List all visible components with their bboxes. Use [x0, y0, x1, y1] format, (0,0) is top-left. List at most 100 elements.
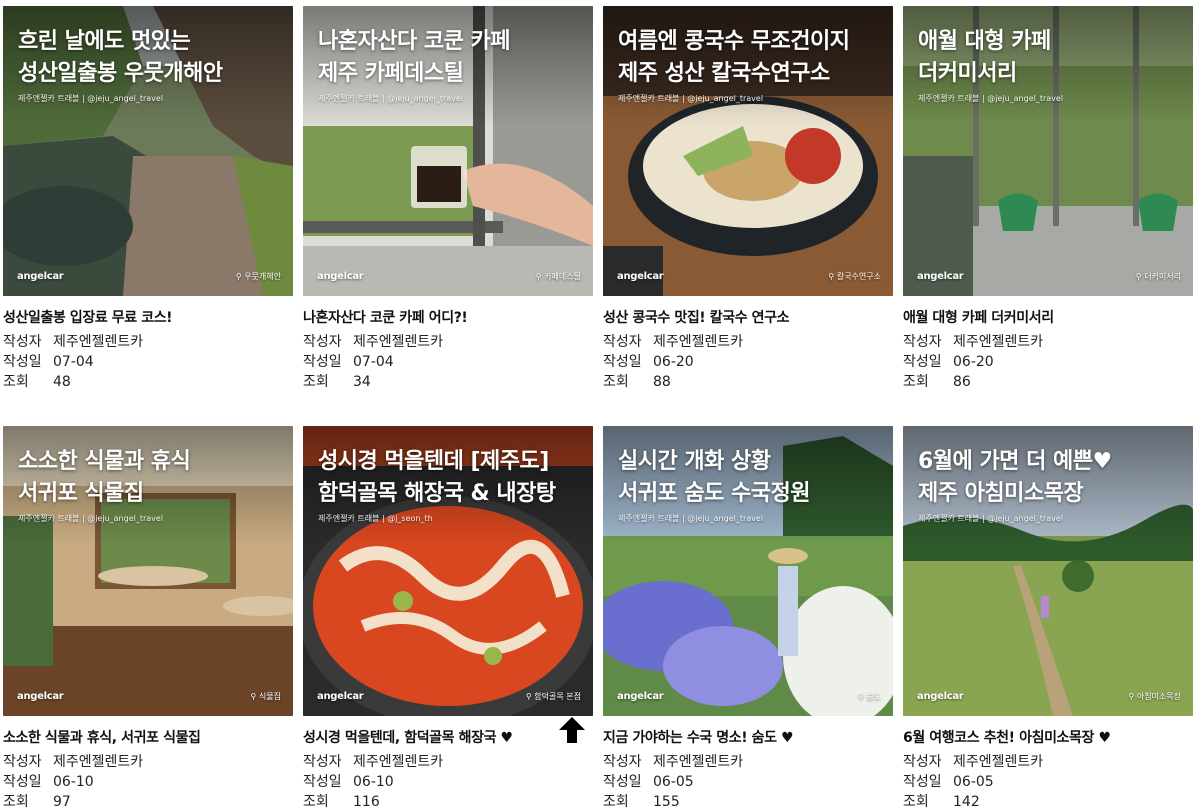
brand-logo: angelcar: [617, 691, 664, 702]
post-thumbnail[interactable]: 여름엔 콩국수 무조건이지 제주 성산 칼국수연구소 제주엔젤카 트래블 | @…: [603, 6, 893, 296]
post-title[interactable]: 성산일출봉 입장료 무료 코스!: [3, 308, 293, 328]
post-title[interactable]: 소소한 식물과 휴식, 서귀포 식물집: [3, 728, 293, 748]
date-label: 작성일: [903, 774, 942, 790]
views-value: 88: [653, 374, 671, 390]
thumbnail-title: 나혼자산다 코쿤 카페 제주 카페데스틸: [318, 26, 585, 90]
thumbnail-title-line2: 더커미서리: [918, 61, 1017, 86]
post-card[interactable]: 나혼자산다 코쿤 카페 제주 카페데스틸 제주엔젤카 트래블 | @jeju_a…: [303, 6, 593, 392]
thumbnail-meta: 제주엔젤카 트래블 | @jeju_angel_travel: [618, 94, 764, 103]
post-title[interactable]: 나혼자산다 코쿤 카페 어디?!: [303, 308, 593, 328]
author-value: 제주엔젤렌트카: [353, 754, 444, 770]
thumbnail-meta: 제주엔젤카 트래블 | @jeju_angel_travel: [918, 94, 1064, 103]
post-info: 작성자 제주엔젤렌트카 작성일 06-05 조회 155: [603, 752, 893, 811]
pin-icon: ⚲: [250, 692, 257, 701]
post-title[interactable]: 지금 가야하는 수국 명소! 숨도 ♥: [603, 728, 893, 748]
thumbnail-meta: 제주엔젤카 트래블 | @j_seon_th: [318, 514, 433, 523]
views-label: 조회: [603, 794, 629, 810]
post-title[interactable]: 애월 대형 카페 더커미서리: [903, 308, 1193, 328]
location-label: ⚲ 아침미소목장: [1128, 691, 1181, 702]
author-label: 작성자: [3, 754, 42, 770]
views-value: 155: [653, 794, 680, 810]
author-label: 작성자: [303, 754, 342, 770]
thumbnail-title: 소소한 식물과 휴식 서귀포 식물집: [18, 446, 285, 510]
brand-logo: angelcar: [617, 271, 664, 282]
scroll-to-top-button[interactable]: [556, 714, 588, 746]
thumbnail-meta: 제주엔젤카 트래블 | @jeju_angel_travel: [318, 94, 464, 103]
thumbnail-meta: 제주엔젤카 트래블 | @jeju_angel_travel: [18, 514, 164, 523]
pin-icon: ⚲: [857, 692, 864, 701]
location-label: ⚲ 더커미서리: [1136, 271, 1181, 282]
post-card[interactable]: 성시경 먹을텐데 [제주도] 함덕골목 해장국 & 내장탕 제주엔젤카 트래블 …: [303, 426, 593, 811]
post-thumbnail[interactable]: 6월에 가면 더 예쁜♥ 제주 아침미소목장 제주엔젤카 트래블 | @jeju…: [903, 426, 1193, 716]
author-label: 작성자: [603, 334, 642, 350]
arrow-up-icon: [559, 717, 585, 743]
date-value: 07-04: [53, 354, 94, 370]
post-card[interactable]: 애월 대형 카페 더커미서리 제주엔젤카 트래블 | @jeju_angel_t…: [903, 6, 1193, 392]
location-text: 더커미서리: [1144, 272, 1181, 281]
post-thumbnail[interactable]: 애월 대형 카페 더커미서리 제주엔젤카 트래블 | @jeju_angel_t…: [903, 6, 1193, 296]
post-title[interactable]: 6월 여행코스 추천! 아침미소목장 ♥: [903, 728, 1193, 748]
location-text: 칼국수연구소: [836, 272, 881, 281]
date-value: 06-20: [953, 354, 994, 370]
post-thumbnail[interactable]: 흐린 날에도 멋있는 성산일출봉 우뭇개해안 제주엔젤카 트래블 | @jeju…: [3, 6, 293, 296]
views-value: 116: [353, 794, 380, 810]
date-value: 06-05: [653, 774, 694, 790]
date-value: 06-10: [53, 774, 94, 790]
thumbnail-title-line1: 6월에 가면 더 예쁜♥: [918, 449, 1112, 474]
date-value: 06-10: [353, 774, 394, 790]
date-value: 06-05: [953, 774, 994, 790]
post-card[interactable]: 실시간 개화 상황 서귀포 숨도 수국정원 제주엔젤카 트래블 | @jeju_…: [603, 426, 893, 811]
views-value: 34: [353, 374, 371, 390]
post-info: 작성자 제주엔젤렌트카 작성일 06-10 조회 97: [3, 752, 293, 811]
post-thumbnail[interactable]: 성시경 먹을텐데 [제주도] 함덕골목 해장국 & 내장탕 제주엔젤카 트래블 …: [303, 426, 593, 716]
author-label: 작성자: [903, 334, 942, 350]
brand-logo: angelcar: [17, 271, 64, 282]
post-info: 작성자 제주엔젤렌트카 작성일 06-20 조회 88: [603, 332, 893, 392]
author-value: 제주엔젤렌트카: [353, 334, 444, 350]
post-card[interactable]: 소소한 식물과 휴식 서귀포 식물집 제주엔젤카 트래블 | @jeju_ang…: [3, 426, 293, 811]
views-label: 조회: [303, 794, 329, 810]
post-thumbnail[interactable]: 실시간 개화 상황 서귀포 숨도 수국정원 제주엔젤카 트래블 | @jeju_…: [603, 426, 893, 716]
pin-icon: ⚲: [1128, 692, 1135, 701]
views-value: 86: [953, 374, 971, 390]
author-value: 제주엔젤렌트카: [953, 334, 1044, 350]
location-label: ⚲ 식물집: [251, 691, 282, 702]
thumbnail-title: 여름엔 콩국수 무조건이지 제주 성산 칼국수연구소: [618, 26, 885, 90]
date-label: 작성일: [603, 354, 642, 370]
pin-icon: ⚲: [235, 272, 242, 281]
location-label: ⚲ 우뭇개해안: [236, 271, 281, 282]
post-thumbnail[interactable]: 나혼자산다 코쿤 카페 제주 카페데스틸 제주엔젤카 트래블 | @jeju_a…: [303, 6, 593, 296]
views-value: 142: [953, 794, 980, 810]
brand-logo: angelcar: [917, 691, 964, 702]
post-title[interactable]: 성산 콩국수 맛집! 칼국수 연구소: [603, 308, 893, 328]
post-info: 작성자 제주엔젤렌트카 작성일 06-20 조회 86: [903, 332, 1193, 392]
date-label: 작성일: [303, 774, 342, 790]
post-thumbnail[interactable]: 소소한 식물과 휴식 서귀포 식물집 제주엔젤카 트래블 | @jeju_ang…: [3, 426, 293, 716]
thumbnail-title-line1: 실시간 개화 상황: [618, 449, 771, 474]
location-label: ⚲ 함덕골목 본점: [526, 691, 581, 702]
thumbnail-title: 흐린 날에도 멋있는 성산일출봉 우뭇개해안: [18, 26, 285, 90]
brand-logo: angelcar: [317, 271, 364, 282]
views-label: 조회: [603, 374, 629, 390]
post-title[interactable]: 성시경 먹을텐데, 함덕골목 해장국 ♥: [303, 728, 593, 748]
post-card[interactable]: 6월에 가면 더 예쁜♥ 제주 아침미소목장 제주엔젤카 트래블 | @jeju…: [903, 426, 1193, 811]
thumbnail-meta: 제주엔젤카 트래블 | @jeju_angel_travel: [18, 94, 164, 103]
post-card[interactable]: 여름엔 콩국수 무조건이지 제주 성산 칼국수연구소 제주엔젤카 트래블 | @…: [603, 6, 893, 392]
post-info: 작성자 제주엔젤렌트카 작성일 06-05 조회 142: [903, 752, 1193, 811]
thumbnail-title-line2: 서귀포 숨도 수국정원: [618, 481, 810, 506]
author-label: 작성자: [603, 754, 642, 770]
thumbnail-title-line1: 나혼자산다 코쿤 카페: [318, 29, 510, 54]
thumbnail-title: 애월 대형 카페 더커미서리: [918, 26, 1185, 90]
views-label: 조회: [903, 374, 929, 390]
thumbnail-title-line1: 성시경 먹을텐데 [제주도]: [318, 449, 549, 474]
thumbnail-title: 실시간 개화 상황 서귀포 숨도 수국정원: [618, 446, 885, 510]
pin-icon: ⚲: [828, 272, 835, 281]
thumbnail-title-line1: 애월 대형 카페: [918, 29, 1051, 54]
date-value: 06-20: [653, 354, 694, 370]
date-label: 작성일: [303, 354, 342, 370]
views-label: 조회: [3, 374, 29, 390]
views-label: 조회: [3, 794, 29, 810]
post-card[interactable]: 흐린 날에도 멋있는 성산일출봉 우뭇개해안 제주엔젤카 트래블 | @jeju…: [3, 6, 293, 392]
location-text: 함덕골목 본점: [534, 692, 581, 701]
thumbnail-title-line1: 흐린 날에도 멋있는: [18, 29, 191, 54]
